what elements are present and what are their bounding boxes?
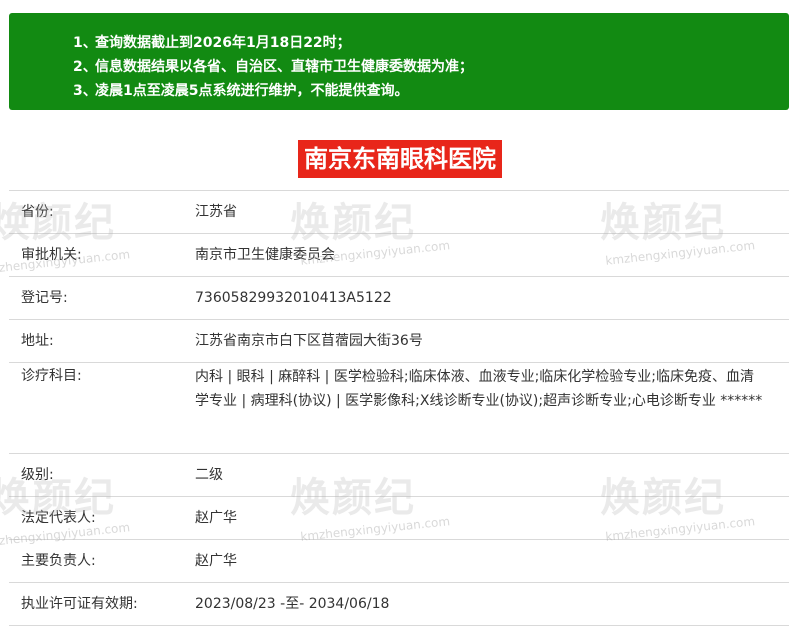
notice-panel: 1、查询数据截止到2026年1月18日22时； 2、信息数据结果以各省、自治区、… [9,13,789,110]
value-province: 江苏省 [195,204,237,220]
notice-line-2: 2、信息数据结果以各省、自治区、直辖市卫生健康委数据为准； [73,59,473,75]
value-approval-authority: 南京市卫生健康委员会 [195,247,335,263]
hospital-title: 南京东南眼科医院 [298,140,502,178]
label-principal: 主要负责人: [21,553,96,569]
value-principal: 赵广华 [195,553,237,569]
row-license-validity: 执业许可证有效期: 2023/08/23 -至- 2034/06/18 [9,583,789,626]
value-license-validity: 2023/08/23 -至- 2034/06/18 [195,596,390,612]
notice-line-1: 1、查询数据截止到2026年1月18日22时； [73,35,351,51]
row-approval-authority: 审批机关: 南京市卫生健康委员会 [9,234,789,277]
label-approval-authority: 审批机关: [21,247,82,263]
label-registration-number: 登记号: [21,290,68,306]
notice-line-3: 3、凌晨1点至凌晨5点系统进行维护，不能提供查询。 [73,83,409,99]
label-legal-representative: 法定代表人: [21,510,96,526]
row-legal-representative: 法定代表人: 赵广华 [9,497,789,540]
row-registration-number: 登记号: 73605829932010413A5122 [9,277,789,320]
maintenance-hours: 凌晨1点至凌晨5点 [95,83,213,99]
row-province: 省份: 江苏省 [9,191,789,234]
row-address: 地址: 江苏省南京市白下区苜蓿园大街36号 [9,320,789,363]
info-table: 省份: 江苏省 审批机关: 南京市卫生健康委员会 登记号: 7360582993… [9,190,789,626]
title-wrap: 南京东南眼科医院 [0,140,800,178]
label-level: 级别: [21,467,54,483]
value-address: 江苏省南京市白下区苜蓿园大街36号 [195,333,423,349]
row-level: 级别: 二级 [9,454,789,497]
value-legal-representative: 赵广华 [195,510,237,526]
label-departments: 诊疗科目: [21,368,82,384]
value-registration-number: 73605829932010413A5122 [195,290,392,306]
value-departments: 内科 | 眼科 | 麻醉科 | 医学检验科;临床体液、血液专业;临床化学检验专业… [195,369,763,409]
row-principal: 主要负责人: 赵广华 [9,540,789,583]
value-level: 二级 [195,467,223,483]
label-license-validity: 执业许可证有效期: [21,596,138,612]
label-province: 省份: [21,204,54,220]
label-address: 地址: [21,333,54,349]
row-departments: 诊疗科目: 内科 | 眼科 | 麻醉科 | 医学检验科;临床体液、血液专业;临床… [9,363,789,454]
